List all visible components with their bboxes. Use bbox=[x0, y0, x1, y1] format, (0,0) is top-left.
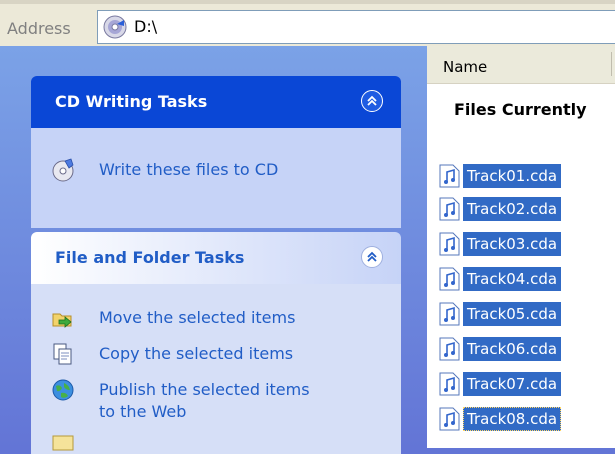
file-name: Track08.cda bbox=[463, 407, 562, 431]
address-value: D:\ bbox=[134, 17, 158, 36]
file-row[interactable]: Track05.cda bbox=[439, 302, 615, 326]
task-pane: CD Writing Tasks Write these files to CD… bbox=[0, 46, 427, 454]
audio-file-icon bbox=[439, 302, 460, 326]
write-files-to-cd-label: Write these files to CD bbox=[99, 160, 279, 179]
audio-file-icon bbox=[439, 197, 460, 221]
file-row[interactable]: Track02.cda bbox=[439, 197, 615, 221]
file-row[interactable]: Track08.cda bbox=[439, 407, 615, 431]
address-input[interactable]: D:\ bbox=[97, 10, 615, 44]
publish-to-web-label-line2: to the Web bbox=[99, 402, 187, 421]
file-row[interactable]: Track06.cda bbox=[439, 337, 615, 361]
audio-file-icon bbox=[439, 232, 460, 256]
collapse-chevron-icon[interactable] bbox=[361, 246, 383, 268]
cd-writing-tasks-header[interactable]: CD Writing Tasks bbox=[31, 76, 401, 128]
cd-drive-icon bbox=[103, 15, 127, 39]
file-name: Track04.cda bbox=[463, 267, 562, 291]
file-name: Track01.cda bbox=[463, 164, 562, 188]
file-name: Track03.cda bbox=[463, 232, 562, 256]
file-folder-tasks-title: File and Folder Tasks bbox=[55, 248, 245, 267]
move-selected-items-label: Move the selected items bbox=[99, 308, 296, 327]
audio-file-icon bbox=[439, 164, 460, 188]
file-name: Track02.cda bbox=[463, 197, 562, 221]
file-list-view[interactable]: Name Files Currently Track01.cda Track02… bbox=[427, 46, 615, 448]
file-row[interactable]: Track07.cda bbox=[439, 372, 615, 396]
file-row[interactable]: Track04.cda bbox=[439, 267, 615, 291]
cd-write-icon bbox=[52, 158, 74, 182]
file-row[interactable]: Track01.cda bbox=[439, 164, 615, 188]
file-name: Track05.cda bbox=[463, 302, 562, 326]
cd-writing-tasks-body: Write these files to CD bbox=[31, 128, 401, 228]
publish-web-icon bbox=[52, 379, 74, 401]
publish-to-web-label-line1: Publish the selected items bbox=[99, 380, 310, 399]
copy-selected-items-label: Copy the selected items bbox=[99, 344, 294, 363]
audio-file-icon bbox=[439, 372, 460, 396]
file-name: Track06.cda bbox=[463, 337, 562, 361]
file-row[interactable]: Track03.cda bbox=[439, 232, 615, 256]
file-name: Track07.cda bbox=[463, 372, 562, 396]
audio-file-icon bbox=[439, 407, 460, 431]
column-header-name[interactable]: Name bbox=[427, 46, 615, 84]
copy-icon bbox=[53, 343, 72, 365]
group-label: Files Currently bbox=[454, 100, 587, 119]
move-icon bbox=[52, 313, 72, 328]
cd-writing-tasks-title: CD Writing Tasks bbox=[55, 92, 208, 111]
file-folder-tasks-body: Move the selected items Copy the selecte… bbox=[31, 284, 401, 454]
audio-file-icon bbox=[439, 337, 460, 361]
file-folder-tasks-header[interactable]: File and Folder Tasks bbox=[31, 232, 401, 284]
audio-file-icon bbox=[439, 267, 460, 291]
address-bar: Address D:\ bbox=[0, 0, 615, 46]
column-separator[interactable] bbox=[611, 52, 612, 76]
address-label: Address bbox=[7, 19, 71, 38]
column-name-label: Name bbox=[443, 58, 488, 76]
collapse-chevron-icon[interactable] bbox=[361, 90, 383, 112]
toolbar-edge bbox=[0, 0, 615, 4]
email-icon bbox=[52, 435, 74, 451]
